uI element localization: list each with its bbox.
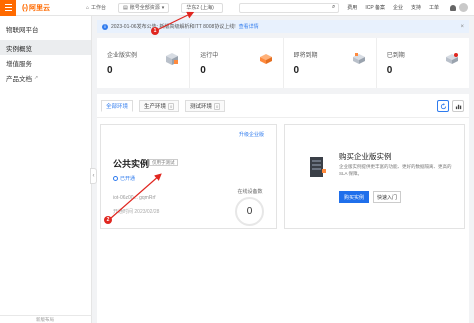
instances-area: 升级企业版 公共实例 仅用于测试 已开通 iot-06z00... gqmRrf…: [97, 118, 469, 323]
account-label: 账号全部资源: [129, 5, 160, 11]
annotation-badge-1: 1: [151, 27, 159, 35]
chevron-left-icon: ‹: [92, 173, 95, 179]
instance-status: 已开通: [113, 175, 135, 182]
stat-enterprise-instances: 企业版实例 0: [97, 38, 191, 88]
logo-mark: (-): [22, 3, 28, 12]
search-input[interactable]: ⌕: [239, 2, 340, 13]
tab-test-env[interactable]: 测试环境 0: [185, 100, 226, 112]
sidebar-item-label: 产品文档: [6, 75, 32, 83]
stat-running: 运行中 0: [190, 38, 284, 88]
bell-icon[interactable]: [450, 4, 456, 11]
public-instance-card[interactable]: 升级企业版 公共实例 仅用于测试 已开通 iot-06z00... gqmRrf…: [100, 124, 277, 229]
announcement-text: 2023-01-06发布公告: 新版高级解析和ITT 8008协议上线!: [111, 24, 236, 30]
instance-open-date: 开通时间 2023/02/28: [113, 209, 160, 215]
sidebar-item-instance-overview[interactable]: 实例概览: [0, 40, 91, 55]
stats-panel: 企业版实例 0 运行中 0 即将到期 0 已到期 0: [97, 38, 469, 88]
folder-icon: ▤: [123, 4, 128, 11]
home-icon: ⌂: [86, 4, 90, 11]
avatar[interactable]: [459, 3, 468, 12]
chart-view-button[interactable]: [452, 100, 464, 112]
stat-value: 0: [293, 65, 300, 76]
sidebar-footer-label: 新版布局: [36, 316, 54, 322]
info-icon: i: [102, 23, 108, 30]
menu-icon[interactable]: [0, 0, 16, 16]
sidebar-item-docs[interactable]: 产品文档 ↗: [0, 70, 91, 85]
logo-text: 阿里云: [29, 4, 50, 12]
region-label: 华东2 (上海): [186, 5, 214, 11]
refresh-button[interactable]: [437, 100, 449, 112]
sidebar-title: 物联网平台: [6, 27, 39, 34]
sidebar-item-label: 实例概览: [6, 45, 32, 53]
running-stack-icon: [259, 54, 272, 64]
logo[interactable]: (-) 阿里云: [22, 3, 74, 13]
top-link-fee[interactable]: 费用: [344, 4, 360, 11]
refresh-icon: [440, 102, 446, 109]
server-icon: [310, 157, 326, 177]
top-link-icp[interactable]: ICP 备案: [362, 4, 388, 11]
instance-box-icon: [166, 53, 179, 65]
quick-start-button[interactable]: 快速入门: [373, 191, 401, 203]
top-bar: (-) 阿里云 ⌂ 工作台 ▤ 账号全部资源 ▾ 华东2 (上海) ⌕ 费用 I…: [0, 0, 474, 16]
sidebar: 物联网平台 实例概览 增值服务 产品文档 ↗ 新版布局: [0, 16, 92, 323]
stat-expired: 已到期 0: [377, 38, 469, 88]
announcement-link[interactable]: 查看详情: [239, 23, 259, 30]
stat-expiring: 即将到期 0: [284, 38, 377, 88]
online-devices-ring: 0: [235, 197, 264, 226]
sidebar-item-value-added[interactable]: 增值服务: [0, 55, 91, 70]
close-icon[interactable]: ×: [460, 24, 464, 30]
status-label: 已开通: [120, 176, 136, 182]
online-devices-label: 在线设备数: [237, 189, 263, 195]
external-link-icon: ↗: [34, 74, 39, 81]
search-icon: ⌕: [331, 4, 336, 10]
account-resource-select[interactable]: ▤ 账号全部资源 ▾: [118, 2, 170, 13]
tab-all-env[interactable]: 全部环境: [101, 100, 134, 112]
tab-count: 0: [168, 102, 175, 110]
test-only-tag: 仅用于测试: [149, 159, 178, 166]
instance-id: iot-06z00... gqmRrf: [113, 195, 156, 201]
instance-title: 公共实例: [113, 159, 150, 169]
chevron-down-icon: ▾: [161, 4, 165, 11]
top-link-enterprise[interactable]: 企业: [390, 4, 406, 11]
top-link-support[interactable]: 支持: [408, 4, 424, 11]
stat-value: 0: [107, 65, 113, 76]
buy-instance-button[interactable]: 购买实例: [339, 191, 369, 203]
tab-count: 0: [214, 102, 221, 110]
upgrade-enterprise-link[interactable]: 升级企业版: [239, 131, 264, 138]
tab-label: 全部环境: [106, 104, 129, 110]
tab-label: 测试环境: [190, 104, 213, 110]
expired-stack-icon: [446, 53, 458, 64]
region-select[interactable]: 华东2 (上海): [181, 2, 224, 13]
tab-production-env[interactable]: 生产环境 0: [139, 100, 180, 112]
tab-label: 生产环境: [144, 104, 167, 110]
workbench-label: 工作台: [91, 5, 107, 11]
buy-card-description: 企业版实例提供更丰富的功能、更好的数据隔离、更高的 SLA 保障。: [339, 164, 452, 176]
online-devices-value: 0: [246, 206, 253, 217]
buy-card-title: 购买企业版实例: [339, 152, 392, 161]
stat-value: 0: [200, 65, 206, 76]
sidebar-collapse-handle[interactable]: ‹: [90, 168, 97, 184]
buy-enterprise-card: 购买企业版实例 企业版实例提供更丰富的功能、更好的数据隔离、更高的 SLA 保障…: [284, 124, 465, 229]
stat-value: 0: [386, 65, 393, 76]
sidebar-item-label: 增值服务: [6, 60, 32, 68]
bar-chart-icon: [455, 104, 461, 109]
environment-tabs: 全部环境 生产环境 0 测试环境 0: [97, 94, 469, 118]
sidebar-footer[interactable]: 新版布局: [0, 315, 92, 323]
top-link-ticket[interactable]: 工单: [426, 4, 442, 11]
top-links: 费用 ICP 备案 企业 支持 工单: [344, 4, 442, 11]
expiring-stack-icon: [352, 53, 365, 64]
annotation-badge-2: 2: [104, 216, 112, 224]
status-dot-icon: [113, 176, 118, 181]
workbench-link[interactable]: ⌂ 工作台: [82, 2, 110, 13]
